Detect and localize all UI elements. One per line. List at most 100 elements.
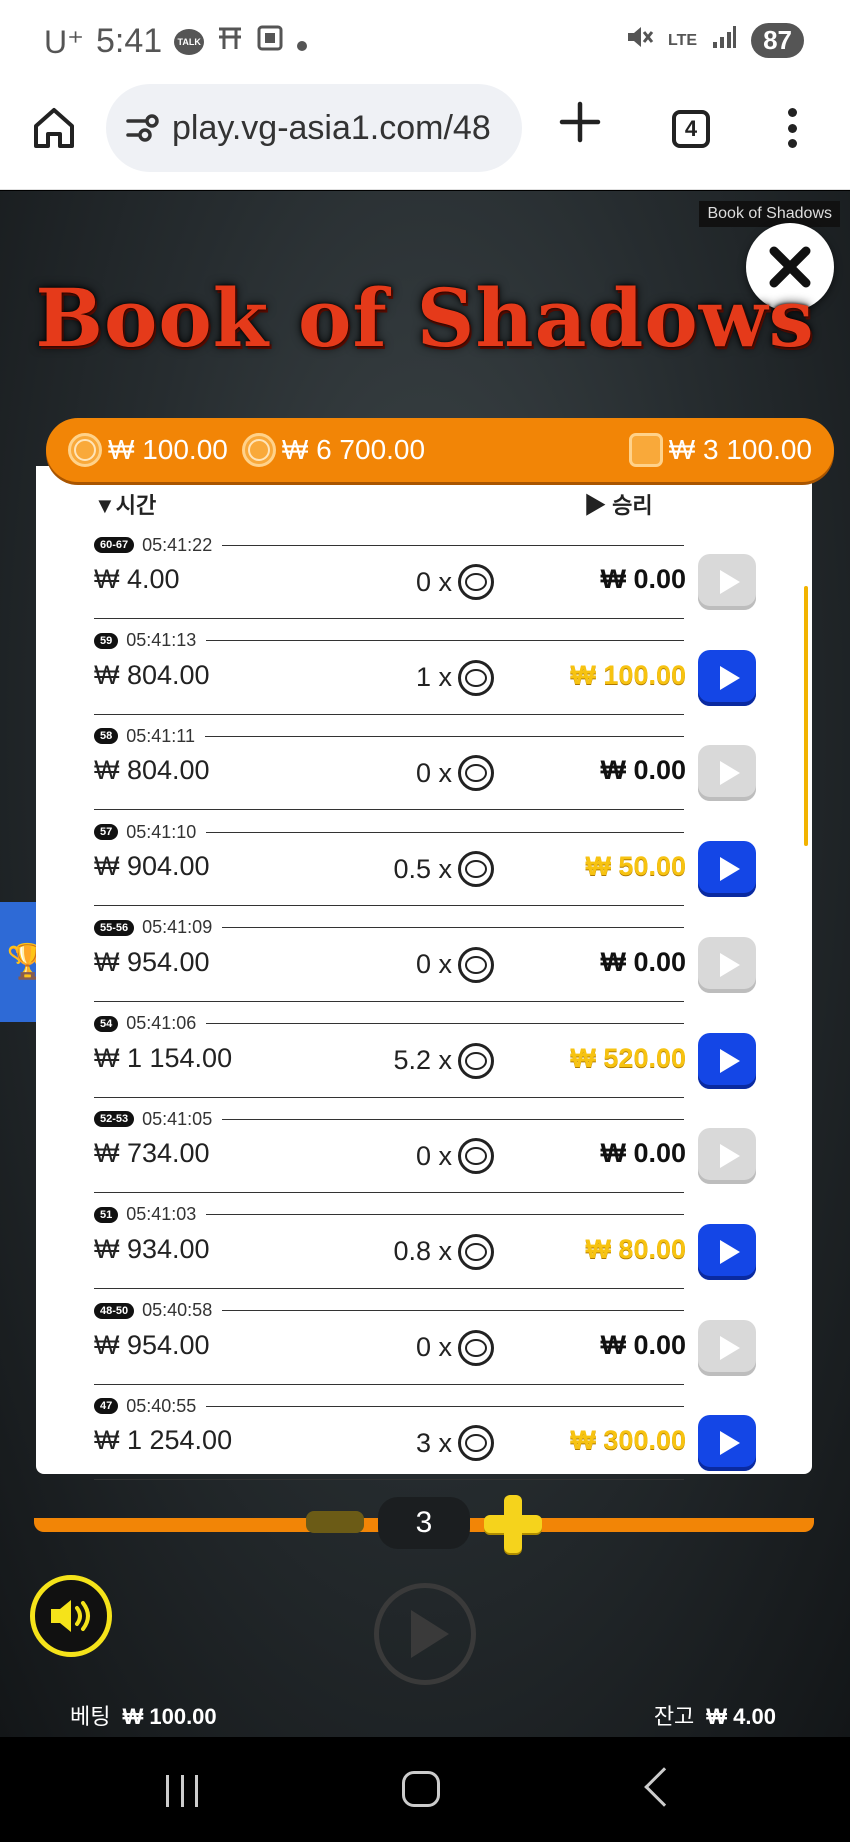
speaker-icon (51, 1600, 90, 1632)
history-row: 59 05:41:13 ₩ 804.00 1 x ₩ 100.00 (94, 630, 794, 726)
summary-bar: ₩ 100.00 ₩ 6 700.00 ₩ 3 100.00 (46, 418, 834, 482)
replay-button[interactable] (698, 1319, 756, 1376)
replay-button[interactable] (698, 1223, 756, 1280)
scrollbar[interactable] (804, 586, 808, 846)
coin-icon (68, 433, 102, 467)
coin-icon (458, 1233, 494, 1270)
round-win: ₩ 0.00 (600, 1138, 686, 1169)
round-multiplier: 0 x (364, 755, 494, 792)
summary-max-win: ₩ 6 700.00 (241, 433, 425, 467)
row-header: 59 05:41:13 (94, 630, 684, 652)
tab-switcher-button[interactable]: 4 (672, 110, 710, 148)
rounds-stepper: 3 (306, 1495, 546, 1553)
sort-time-header[interactable]: ▼시간 (94, 488, 156, 520)
round-balance: ₩ 954.00 (94, 1329, 210, 1360)
history-row: 47 05:40:55 ₩ 1 254.00 3 x ₩ 300.00 (94, 1395, 794, 1491)
plus-icon (559, 101, 601, 143)
row-divider (94, 618, 684, 619)
summary-bet: ₩ 100.00 (68, 433, 228, 467)
round-balance: ₩ 1 254.00 (94, 1425, 233, 1456)
coin-icon (458, 1425, 494, 1462)
site-settings-icon[interactable] (124, 110, 160, 146)
coin-icon (458, 946, 494, 983)
round-time: 05:41:05 (142, 1108, 213, 1129)
round-time: 05:41:09 (142, 917, 213, 938)
address-bar[interactable]: play.vg-asia1.com/48 (106, 84, 522, 172)
replay-button[interactable] (698, 936, 756, 993)
notification-icon (216, 23, 244, 60)
divider (222, 927, 684, 929)
round-multiplier: 0 x (364, 564, 494, 600)
replay-button[interactable] (698, 554, 756, 610)
new-tab-button[interactable] (558, 100, 602, 144)
coin-icon (458, 1138, 494, 1175)
coin-icon (458, 851, 494, 888)
row-header: 54 05:41:06 (94, 1013, 684, 1035)
sound-toggle-button[interactable] (30, 1575, 112, 1657)
round-balance: ₩ 734.00 (94, 1138, 210, 1169)
coin-icon (458, 564, 494, 600)
increase-button[interactable] (484, 1495, 542, 1553)
coin-icon (458, 755, 494, 792)
screenshot-icon (256, 23, 284, 60)
round-win: ₩ 0.00 (600, 1329, 686, 1360)
replay-button[interactable] (698, 649, 756, 706)
round-time: 05:40:55 (126, 1395, 197, 1416)
replay-button[interactable] (698, 1415, 756, 1472)
play-icon (719, 570, 740, 594)
carrier-label: U⁺ (44, 23, 84, 60)
round-id-badge: 48-50 (94, 1302, 135, 1319)
round-id-badge: 54 (94, 1015, 119, 1032)
round-multiplier: 0.5 x (364, 851, 494, 888)
browser-menu-button[interactable] (786, 108, 798, 148)
spin-button[interactable] (374, 1583, 476, 1685)
row-header: 55-56 05:41:09 (94, 917, 684, 939)
list-header: ▼시간 ▶ 승리 (94, 488, 694, 518)
play-icon (719, 1431, 740, 1456)
divider (222, 1310, 684, 1312)
replay-button[interactable] (698, 1032, 756, 1089)
coin-icon (458, 659, 494, 696)
round-multiplier: 5.2 x (364, 1042, 494, 1079)
replay-button[interactable] (698, 841, 756, 898)
row-header: 57 05:41:10 (94, 821, 684, 843)
history-row: 55-56 05:41:09 ₩ 954.00 0 x ₩ 0.00 (94, 917, 794, 1013)
round-win: ₩ 80.00 (585, 1233, 686, 1264)
back-button[interactable] (644, 1767, 684, 1807)
round-win: ₩ 520.00 (570, 1042, 686, 1073)
home-button[interactable] (30, 104, 78, 152)
round-balance: ₩ 954.00 (94, 946, 210, 977)
round-time: 05:41:03 (126, 1204, 197, 1225)
divider (206, 1023, 684, 1024)
round-win: ₩ 0.00 (600, 946, 686, 977)
coin-stack-icon (241, 433, 276, 467)
replay-button[interactable] (698, 745, 756, 802)
round-id-badge: 57 (94, 824, 119, 841)
stepper-value: 3 (378, 1497, 470, 1549)
round-balance: ₩ 804.00 (94, 659, 210, 690)
round-balance: ₩ 904.00 (94, 851, 210, 882)
history-row: 52-53 05:41:05 ₩ 734.00 0 x ₩ 0.00 (94, 1108, 794, 1204)
row-divider (94, 1287, 684, 1289)
sort-win-header[interactable]: ▶ 승리 (584, 488, 653, 520)
game-frame: Book of Shadows Book of Shadows 🏆 ▼시간 ▶ … (0, 191, 850, 1737)
summary-wallet: ₩ 3 100.00 (628, 433, 812, 467)
round-id-badge: 55-56 (94, 919, 135, 936)
row-divider (94, 809, 684, 811)
decrease-button[interactable] (306, 1511, 364, 1533)
round-win: ₩ 50.00 (585, 851, 686, 882)
play-icon (719, 857, 740, 882)
home-nav-button[interactable] (402, 1771, 440, 1807)
round-id-badge: 60-67 (94, 537, 135, 553)
replay-button[interactable] (698, 1128, 756, 1185)
recents-button[interactable] (166, 1775, 198, 1807)
history-list[interactable]: ▼시간 ▶ 승리 60-67 05:41:22 ₩ 4.00 0 x ₩ 0.00 59 0… (34, 466, 814, 1532)
round-multiplier: 3 x (364, 1425, 494, 1462)
round-multiplier: 0 x (364, 946, 494, 983)
round-balance: ₩ 804.00 (94, 755, 210, 786)
row-divider (94, 1096, 684, 1098)
divider (206, 831, 684, 833)
round-time: 05:41:06 (126, 1013, 197, 1033)
game-title: Book of Shadows (35, 271, 815, 365)
frame-label: Book of Shadows (699, 201, 840, 227)
